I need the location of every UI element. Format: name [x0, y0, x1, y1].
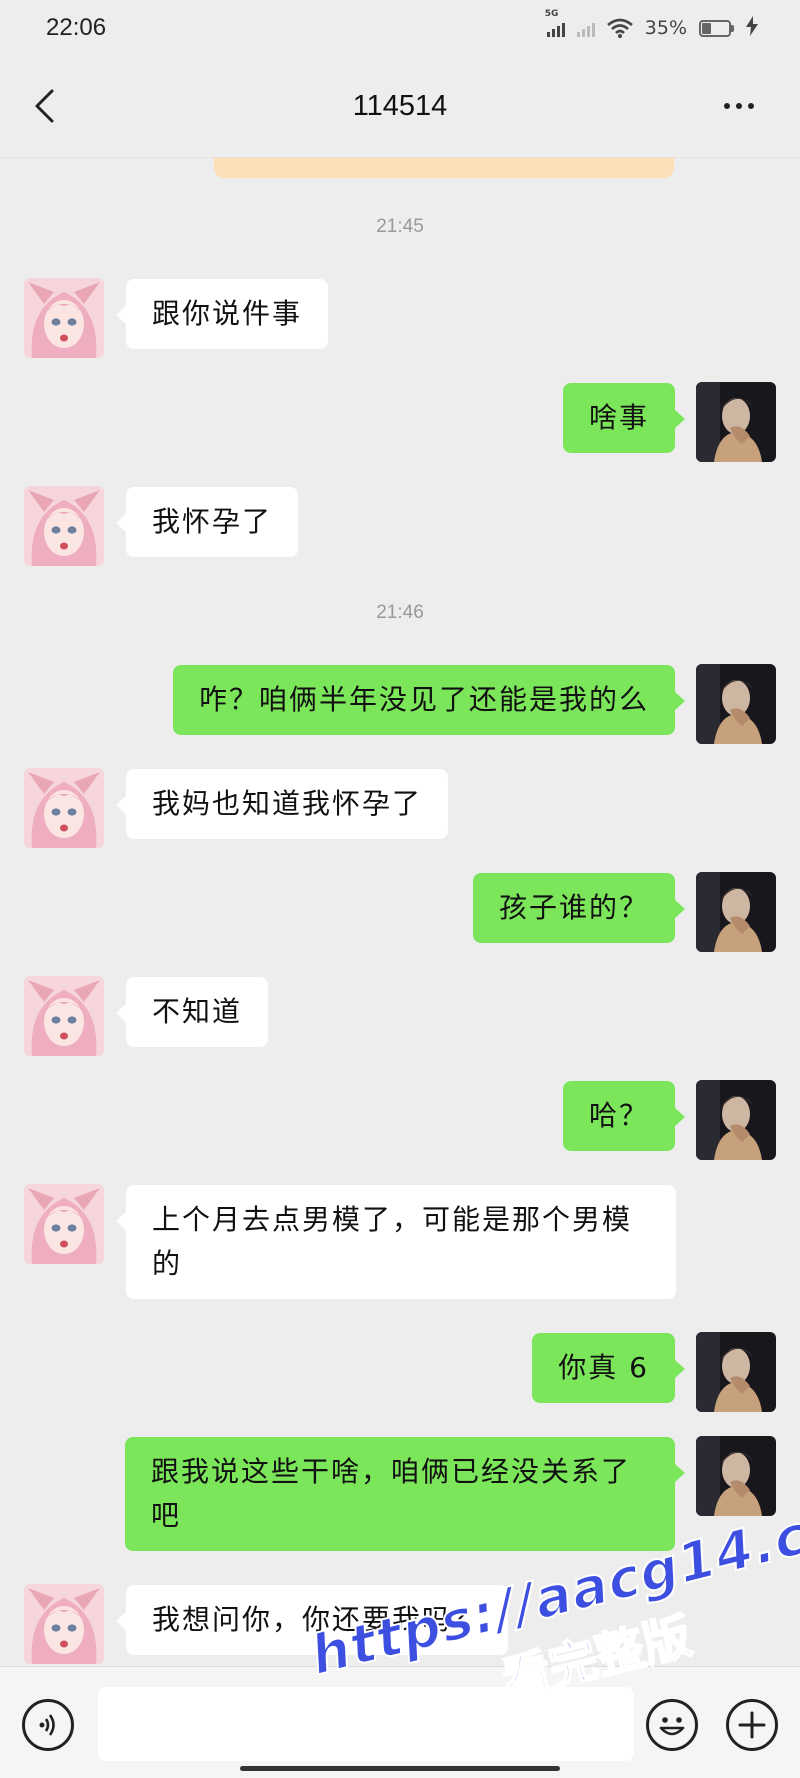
dark-photo-avatar-icon [696, 1436, 776, 1516]
dark-photo-avatar-icon [696, 1080, 776, 1160]
contact-avatar[interactable] [24, 278, 104, 358]
message-bubble-sent[interactable]: 咋？咱俩半年没见了还能是我的么 [172, 665, 686, 735]
contact-avatar[interactable] [24, 768, 104, 848]
contact-avatar[interactable] [24, 486, 104, 566]
dark-photo-avatar-icon [696, 872, 776, 952]
voice-icon [39, 1714, 55, 1736]
message-bubble-received[interactable]: 不知道 [115, 977, 269, 1047]
voice-button[interactable] [22, 1699, 74, 1751]
message-bubble-received[interactable]: 我妈也知道我怀孕了 [115, 769, 449, 839]
input-bar [0, 1666, 800, 1778]
timestamp: 21:45 [376, 216, 424, 237]
plus-icon [738, 1711, 766, 1739]
my-avatar[interactable] [696, 872, 776, 952]
home-indicator[interactable] [240, 1766, 560, 1771]
timestamp: 21:46 [376, 602, 424, 623]
my-avatar[interactable] [696, 1080, 776, 1160]
pink-hair-girl-avatar-icon [24, 1184, 104, 1264]
emoji-button[interactable] [646, 1699, 698, 1751]
add-button[interactable] [726, 1699, 778, 1751]
message-bubble-sent[interactable]: 啥事 [562, 383, 686, 453]
message-bubble-received[interactable]: 上个月去点男模了，可能是那个男模的 [116, 1185, 676, 1299]
chat-messages[interactable]: 21:45 21:46 跟你说件事 啥事 我怀孕了 咋？咱俩半年没见了还能是我的… [0, 0, 800, 1778]
dark-photo-avatar-icon [696, 382, 776, 462]
message-bubble-sent[interactable]: 哈？ [562, 1081, 686, 1151]
message-bubble-sent[interactable]: 你真 6 [532, 1333, 685, 1403]
pink-hair-girl-avatar-icon [24, 486, 104, 566]
message-bubble-received[interactable]: 我想问你，你还要我吗？ [115, 1585, 509, 1655]
contact-avatar[interactable] [24, 1584, 104, 1664]
emoji-icon [659, 1717, 685, 1736]
pink-hair-girl-avatar-icon [24, 1584, 104, 1664]
dark-photo-avatar-icon [696, 1332, 776, 1412]
pink-hair-girl-avatar-icon [24, 278, 104, 358]
my-avatar[interactable] [696, 664, 776, 744]
contact-avatar[interactable] [24, 1184, 104, 1264]
message-bubble-sent[interactable]: 孩子谁的？ [472, 873, 686, 943]
dark-photo-avatar-icon [696, 664, 776, 744]
contact-avatar[interactable] [24, 976, 104, 1056]
my-avatar[interactable] [696, 382, 776, 462]
pink-hair-girl-avatar-icon [24, 768, 104, 848]
my-avatar[interactable] [696, 1332, 776, 1412]
message-bubble-received[interactable]: 跟你说件事 [115, 279, 329, 349]
message-input[interactable] [98, 1687, 634, 1761]
message-bubble-sent[interactable]: 跟我说这些干啥，咱俩已经没关系了吧 [125, 1437, 685, 1551]
my-avatar[interactable] [696, 1436, 776, 1516]
pink-hair-girl-avatar-icon [24, 976, 104, 1056]
message-bubble-received[interactable]: 我怀孕了 [115, 487, 299, 557]
